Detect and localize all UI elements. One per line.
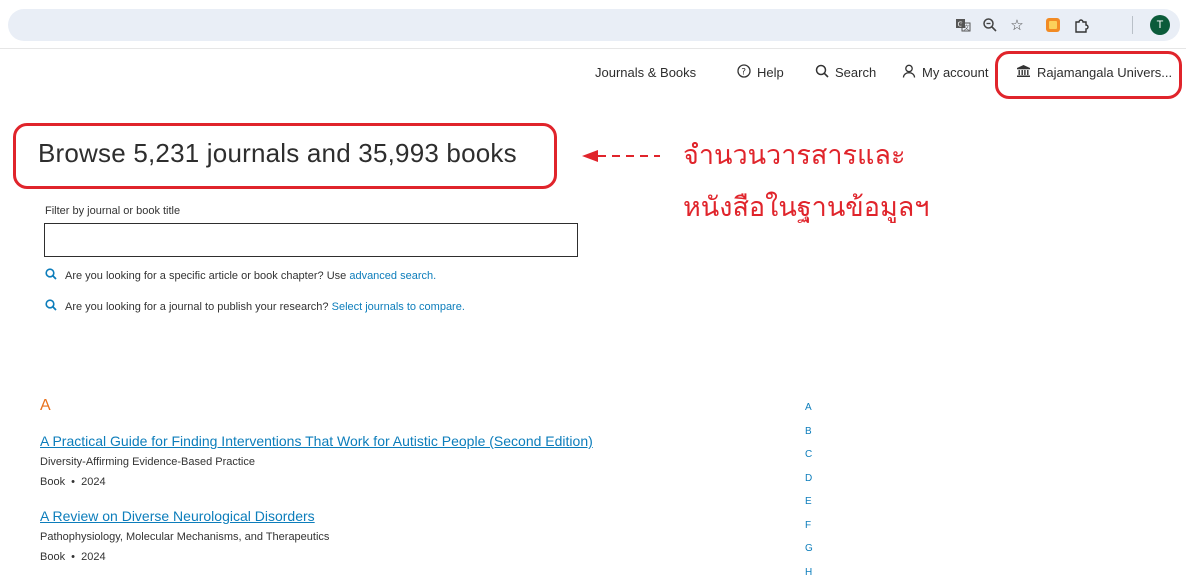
az-link-b[interactable]: B <box>805 420 813 444</box>
nav-search[interactable]: Search <box>815 62 876 82</box>
advanced-search-link[interactable]: advanced search. <box>349 270 436 282</box>
list-item-meta: Book • 2024 <box>40 476 106 488</box>
nav-journals-books-label: Journals & Books <box>595 65 696 80</box>
annotation-highlight-institution <box>995 51 1182 99</box>
az-link-c[interactable]: C <box>805 443 813 467</box>
address-bar[interactable] <box>8 9 1180 41</box>
hint-journal-compare: Are you looking for a journal to publish… <box>45 299 465 314</box>
search-icon <box>45 299 57 314</box>
az-link-f[interactable]: F <box>805 514 813 538</box>
translate-icon[interactable]: G文 <box>952 14 974 36</box>
nav-journals-books[interactable]: Journals & Books <box>595 62 696 82</box>
az-link-h[interactable]: H <box>805 561 813 584</box>
hint-advanced-search: Are you looking for a specific article o… <box>45 268 436 283</box>
svg-text:?: ? <box>741 67 746 77</box>
list-item-meta: Book • 2024 <box>40 551 106 563</box>
alphabet-index: A B C D E F G H <box>805 396 813 584</box>
annotation-text-line2: หนังสือในฐานข้อมูลฯ <box>683 185 929 228</box>
hint-journal-compare-text: Are you looking for a journal to publish… <box>65 301 329 313</box>
annotation-text-line1: จำนวนวารสารและ <box>683 133 905 176</box>
filter-input[interactable] <box>44 223 578 257</box>
list-item-title[interactable]: A Review on Diverse Neurological Disorde… <box>40 508 315 524</box>
help-icon: ? <box>737 64 751 81</box>
search-icon <box>815 64 829 81</box>
az-link-e[interactable]: E <box>805 490 813 514</box>
browser-toolbar: G文 ☆ T <box>0 0 1186 49</box>
az-link-a[interactable]: A <box>805 396 813 420</box>
list-item-subtitle: Diversity-Affirming Evidence-Based Pract… <box>40 456 255 468</box>
az-link-d[interactable]: D <box>805 467 813 491</box>
star-icon[interactable]: ☆ <box>1006 14 1028 36</box>
annotation-highlight-heading <box>13 123 557 189</box>
nav-my-account-label: My account <box>922 65 988 80</box>
extension-puzzle-icon[interactable] <box>1070 14 1092 36</box>
annotation-arrow-icon <box>582 148 662 164</box>
nav-search-label: Search <box>835 65 876 80</box>
nav-help[interactable]: ? Help <box>737 62 784 82</box>
profile-avatar[interactable]: T <box>1149 14 1171 36</box>
nav-my-account[interactable]: My account <box>902 62 988 82</box>
select-journals-compare-link[interactable]: Select journals to compare. <box>332 301 465 313</box>
hint-advanced-search-text: Are you looking for a specific article o… <box>65 270 346 282</box>
list-item-title[interactable]: A Practical Guide for Finding Interventi… <box>40 433 593 449</box>
svg-text:文: 文 <box>964 24 970 32</box>
list-item-subtitle: Pathophysiology, Molecular Mechanisms, a… <box>40 531 329 543</box>
extension-orange-icon[interactable] <box>1042 14 1064 36</box>
section-letter: A <box>40 397 51 415</box>
zoom-icon[interactable] <box>979 14 1001 36</box>
toolbar-divider <box>1132 16 1133 34</box>
person-icon <box>902 64 916 81</box>
search-icon <box>45 268 57 283</box>
nav-help-label: Help <box>757 65 784 80</box>
az-link-g[interactable]: G <box>805 537 813 561</box>
filter-label: Filter by journal or book title <box>45 205 180 217</box>
